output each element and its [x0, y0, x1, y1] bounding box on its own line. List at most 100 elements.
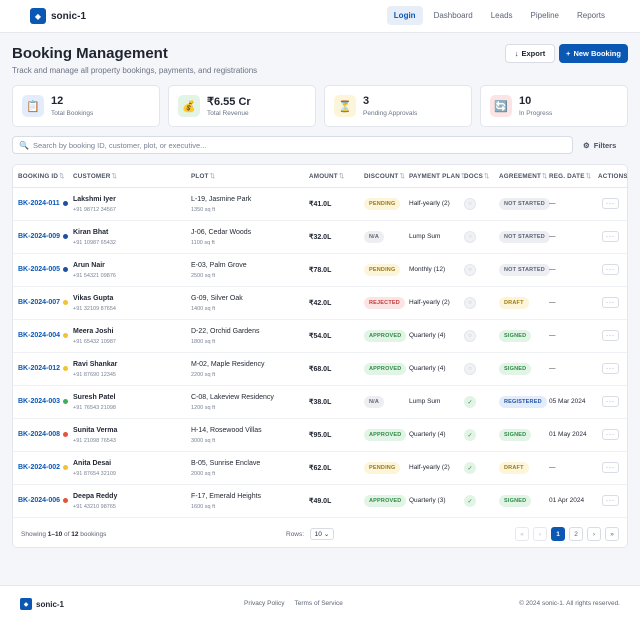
money-bag-icon: 💰: [178, 95, 200, 117]
customer-phone: +91 65432 10987: [73, 339, 116, 345]
nav-item-login[interactable]: Login: [386, 6, 423, 25]
row-actions-button[interactable]: ···: [602, 231, 619, 242]
first-page-button[interactable]: «: [515, 527, 529, 541]
column-header-payment-plan[interactable]: PAYMENT PLAN⇅: [409, 173, 467, 180]
next-page-button[interactable]: ›: [587, 527, 601, 541]
search-input[interactable]: [32, 140, 553, 150]
main-nav: Login Dashboard Leads Pipeline Reports: [386, 6, 612, 25]
table-row[interactable]: BK-2024-012 Ravi Shankar +91 87690 12345 M-…: [13, 353, 627, 386]
booking-id-link[interactable]: BK-2024-003: [18, 398, 69, 405]
booking-id-link[interactable]: BK-2024-006: [18, 497, 69, 504]
privacy-policy-link[interactable]: Privacy Policy: [244, 600, 284, 607]
table-row[interactable]: BK-2024-005 Arun Nair +91 54321 09876 E-03,…: [13, 254, 627, 287]
column-header-docs[interactable]: DOCS⇅: [464, 173, 489, 180]
filters-button[interactable]: ⚙ Filters: [583, 138, 616, 152]
table-row[interactable]: BK-2024-006 Deepa Reddy +91 43210 98765 F-1…: [13, 485, 627, 518]
registration-date: —: [549, 266, 556, 273]
table-row[interactable]: BK-2024-011 Lakshmi Iyer +91 98712 34567 L-…: [13, 188, 627, 221]
booking-id: BK-2024-012: [18, 365, 61, 372]
plot-size: 3000 sq ft: [191, 438, 216, 444]
column-header-amount[interactable]: AMOUNT⇅: [309, 173, 344, 180]
download-icon: ↓: [514, 49, 519, 58]
more-icon: ···: [606, 365, 615, 372]
customer-phone: +91 43210 98765: [73, 504, 116, 510]
plot-size: 1100 sq ft: [191, 240, 215, 246]
sort-icon: ⇅: [585, 173, 592, 180]
booking-id: BK-2024-009: [18, 233, 61, 240]
plot-name: E-03, Palm Grove: [191, 262, 247, 269]
rows-per-page-label: Rows:: [286, 531, 305, 538]
column-header-plot[interactable]: PLOT⇅: [191, 173, 215, 180]
pending-doc-icon: ○: [464, 198, 476, 210]
terms-of-service-link[interactable]: Terms of Service: [294, 600, 342, 607]
status-dot-icon: [63, 267, 69, 272]
plus-icon: +: [566, 49, 571, 58]
row-actions-button[interactable]: ···: [602, 198, 619, 209]
plot-name: H-14, Rosewood Villas: [191, 427, 262, 434]
customer-name: Ravi Shankar: [73, 361, 118, 368]
column-header-customer[interactable]: CUSTOMER⇅: [73, 173, 117, 180]
booking-id: BK-2024-004: [18, 332, 61, 339]
rows-per-page-select[interactable]: 10 ⌄: [310, 528, 334, 540]
table-row[interactable]: BK-2024-009 Kiran Bhat +91 10987 65432 J-06…: [13, 221, 627, 254]
row-actions-button[interactable]: ···: [602, 330, 619, 341]
booking-id-link[interactable]: BK-2024-005: [18, 266, 69, 273]
booking-id-link[interactable]: BK-2024-002: [18, 464, 69, 471]
row-actions-button[interactable]: ···: [602, 429, 619, 440]
new-booking-button-label: New Booking: [573, 49, 621, 58]
table-row[interactable]: BK-2024-007 Vikas Gupta +91 32109 87654 G-0…: [13, 287, 627, 320]
chevron-down-icon: ⌄: [323, 531, 330, 538]
stat-value: 12: [51, 95, 64, 107]
agreement-badge: SIGNED: [499, 330, 532, 342]
table-row[interactable]: BK-2024-002 Anita Desai +91 87654 32109 B-0…: [13, 452, 627, 485]
discount-badge: APPROVED: [364, 363, 407, 375]
nav-item-pipeline[interactable]: Pipeline: [524, 6, 566, 25]
row-actions-button[interactable]: ···: [602, 396, 619, 407]
plot-size: 1800 sq ft: [191, 339, 216, 345]
brand-logo[interactable]: ◆ sonic-1: [30, 8, 86, 24]
amount: ₹68.0L: [309, 366, 332, 373]
booking-id-link[interactable]: BK-2024-004: [18, 332, 69, 339]
booking-id-link[interactable]: BK-2024-011: [18, 200, 68, 207]
amount: ₹42.0L: [309, 300, 332, 307]
amount: ₹41.0L: [309, 201, 332, 208]
row-actions-button[interactable]: ···: [602, 264, 619, 275]
nav-item-leads[interactable]: Leads: [484, 6, 520, 25]
booking-id-link[interactable]: BK-2024-008: [18, 431, 69, 438]
top-navbar: ◆ sonic-1 Login Dashboard Leads Pipeline Rep…: [0, 0, 640, 33]
column-header-booking-id[interactable]: BOOKING ID⇅: [18, 173, 65, 180]
new-booking-button[interactable]: + New Booking: [559, 44, 628, 63]
column-header-reg-date[interactable]: REG. DATE⇅: [549, 173, 591, 180]
table-row[interactable]: BK-2024-004 Meera Joshi +91 65432 10987 D-2…: [13, 320, 627, 353]
table-row[interactable]: BK-2024-003 Suresh Patel +91 76543 21098 C-…: [13, 386, 627, 419]
plot-name: G-09, Silver Oak: [191, 295, 243, 302]
agreement-badge: SIGNED: [499, 363, 532, 375]
row-actions-button[interactable]: ···: [602, 495, 619, 506]
row-actions-button[interactable]: ···: [602, 297, 619, 308]
last-page-button[interactable]: »: [605, 527, 619, 541]
plot-size: 2000 sq ft: [191, 471, 216, 477]
nav-item-reports[interactable]: Reports: [570, 6, 612, 25]
status-dot-icon: [63, 300, 69, 305]
plot-size: 2200 sq ft: [191, 372, 216, 378]
row-actions-button[interactable]: ···: [602, 462, 619, 473]
column-header-agreement[interactable]: AGREEMENT⇅: [499, 173, 548, 180]
booking-id-link[interactable]: BK-2024-007: [18, 299, 69, 306]
export-button[interactable]: ↓ Export: [505, 44, 555, 63]
row-actions-button[interactable]: ···: [602, 363, 619, 374]
page-button-2[interactable]: 2: [569, 527, 583, 541]
column-header-discount[interactable]: DISCOUNT⇅: [364, 173, 405, 180]
table-row[interactable]: BK-2024-008 Sunita Verma +91 21098 76543 H-…: [13, 419, 627, 452]
booking-id-link[interactable]: BK-2024-012: [18, 365, 69, 372]
page-button-1[interactable]: 1: [551, 527, 565, 541]
footer-logo[interactable]: ◆ sonic-1: [20, 598, 64, 610]
stat-value: 10: [519, 95, 532, 107]
nav-item-dashboard[interactable]: Dashboard: [427, 6, 480, 25]
sort-icon: ⇅: [542, 173, 548, 180]
hourglass-icon: ⏳: [334, 95, 356, 117]
booking-id-link[interactable]: BK-2024-009: [18, 233, 69, 240]
export-button-label: Export: [521, 49, 546, 58]
prev-page-button[interactable]: ‹: [533, 527, 547, 541]
sort-icon: ⇅: [111, 173, 118, 180]
page-title: Booking Management: [12, 45, 168, 62]
